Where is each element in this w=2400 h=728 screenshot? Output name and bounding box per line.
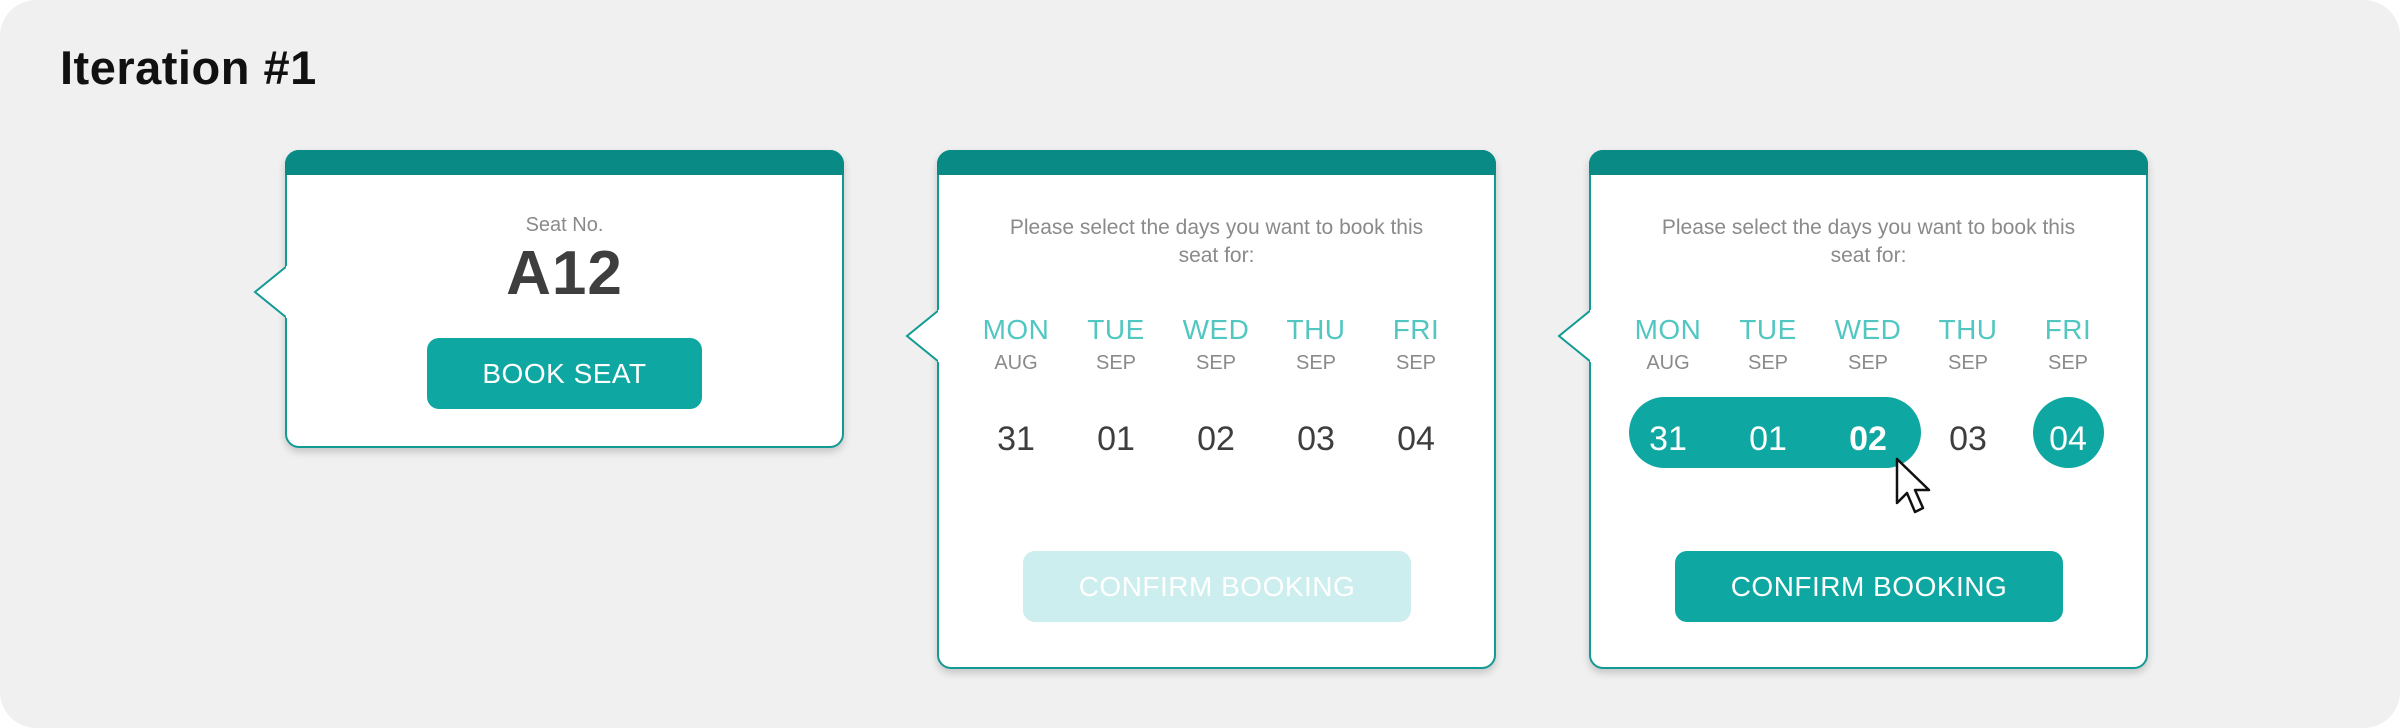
day-name: THU xyxy=(1286,314,1346,345)
popover-header-bar xyxy=(1589,150,2148,175)
date-picker-popover-selected: Please select the days you want to book … xyxy=(1557,150,2148,669)
confirm-booking-button[interactable]: CONFIRM BOOKING xyxy=(1675,551,2063,622)
page-title: Iteration #1 xyxy=(60,41,317,94)
day-date-button[interactable]: 04 xyxy=(1381,404,1451,474)
day-name: WED xyxy=(1834,314,1902,345)
day-date-button[interactable]: 03 xyxy=(1933,404,2003,474)
day-name: FRI xyxy=(1392,314,1440,345)
day-date-button-selected[interactable]: 01 xyxy=(1733,404,1803,474)
day-date-button[interactable]: 31 xyxy=(981,404,1051,474)
day-date-button-selected[interactable]: 04 xyxy=(2033,404,2103,474)
day-month: AUG xyxy=(1646,352,1690,374)
day-date-button[interactable]: 03 xyxy=(1281,404,1351,474)
day-month: AUG xyxy=(994,352,1038,374)
day-month: SEP xyxy=(1095,352,1137,374)
day-name: TUE xyxy=(1739,314,1797,345)
day-name: MON xyxy=(1634,314,1702,345)
design-board: Iteration #1 Seat No. A12 BOOK SEAT Plea… xyxy=(0,0,2400,728)
date-prompt: Please select the days you want to book … xyxy=(1661,216,2076,267)
popover-arrow-icon xyxy=(1557,309,1594,363)
day-date-button-selected[interactable]: 31 xyxy=(1633,404,1703,474)
day-name: THU xyxy=(1938,314,1998,345)
seat-popover: Seat No. A12 BOOK SEAT xyxy=(253,150,844,448)
day-month: SEP xyxy=(1195,352,1237,374)
date-prompt: Please select the days you want to book … xyxy=(1009,216,1424,267)
popover-header-bar xyxy=(285,150,844,175)
day-date-button[interactable]: 01 xyxy=(1081,404,1151,474)
date-picker-popover-empty: Please select the days you want to book … xyxy=(905,150,1496,669)
mouse-pointer-icon xyxy=(1895,457,1931,514)
day-date-button[interactable]: 02 xyxy=(1181,404,1251,474)
day-month: SEP xyxy=(1295,352,1337,374)
popover-arrow-icon xyxy=(905,309,942,363)
popover-header-bar xyxy=(937,150,1496,175)
day-date-button-selected[interactable]: 02 xyxy=(1833,404,1903,474)
day-month: SEP xyxy=(1395,352,1437,374)
confirm-booking-button-disabled: CONFIRM BOOKING xyxy=(1023,551,1411,622)
day-month: SEP xyxy=(1747,352,1789,374)
day-name: FRI xyxy=(2044,314,2092,345)
book-seat-button[interactable]: BOOK SEAT xyxy=(427,338,702,409)
day-name: WED xyxy=(1182,314,1250,345)
day-name: MON xyxy=(982,314,1050,345)
day-month: SEP xyxy=(1947,352,1989,374)
seat-number-label: Seat No. xyxy=(525,214,604,236)
day-month: SEP xyxy=(1847,352,1889,374)
day-month: SEP xyxy=(2047,352,2089,374)
seat-number-value: A12 xyxy=(506,239,623,308)
popover-arrow-icon xyxy=(253,265,290,319)
day-name: TUE xyxy=(1087,314,1145,345)
